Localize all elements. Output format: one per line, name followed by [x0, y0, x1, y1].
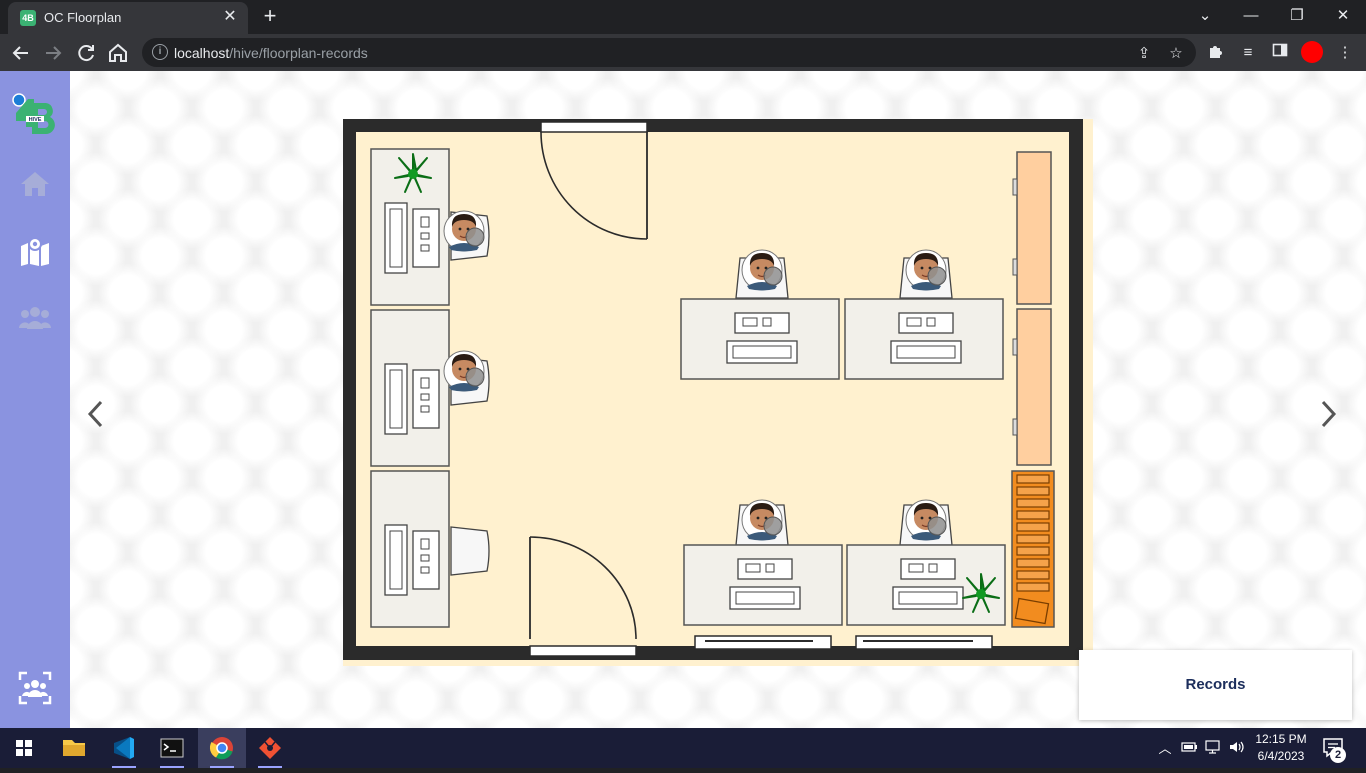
- home-icon[interactable]: [18, 167, 52, 201]
- back-button[interactable]: [8, 40, 34, 66]
- tab-favicon-icon: 4B: [20, 10, 36, 26]
- windows-taskbar: ︿ 12:15 PM 6/4/2023 2: [0, 728, 1366, 768]
- close-window-button[interactable]: ✕: [1328, 4, 1358, 28]
- tab-search-icon[interactable]: ⌄: [1190, 4, 1220, 28]
- battery-icon[interactable]: [1180, 738, 1198, 759]
- occupant-avatar[interactable]: [905, 249, 947, 292]
- address-url[interactable]: localhost/hive/floorplan-records: [174, 45, 368, 61]
- occupant-avatar[interactable]: [741, 499, 783, 542]
- occupant-avatar[interactable]: [741, 249, 783, 292]
- chrome-icon[interactable]: [198, 728, 246, 768]
- records-button[interactable]: Records: [1079, 650, 1352, 720]
- app-logo[interactable]: HIVE: [12, 93, 58, 139]
- system-clock[interactable]: 12:15 PM 6/4/2023: [1248, 731, 1314, 765]
- next-arrow-icon[interactable]: [1316, 399, 1340, 429]
- bookmark-star-icon[interactable]: ☆: [1166, 44, 1186, 62]
- notification-count-badge: 2: [1330, 747, 1346, 763]
- browser-tab[interactable]: 4B OC Floorplan ✕: [8, 2, 248, 34]
- vscode-icon[interactable]: [100, 728, 148, 768]
- tray-overflow-icon[interactable]: ︿: [1156, 738, 1174, 757]
- records-card[interactable]: Records: [1079, 650, 1352, 720]
- browser-titlebar: 4B OC Floorplan ✕ + ⌄ — ❐ ✕: [0, 0, 1366, 34]
- side-panel-icon[interactable]: [1269, 42, 1291, 64]
- previous-arrow-icon[interactable]: [84, 399, 108, 429]
- svg-text:HIVE: HIVE: [29, 117, 42, 123]
- restore-button[interactable]: ❐: [1282, 4, 1312, 28]
- browser-toolbar: i localhost/hive/floorplan-records ⇪ ☆ ≡…: [0, 34, 1366, 71]
- team-icon[interactable]: [18, 301, 52, 335]
- floorplan: [342, 118, 1093, 666]
- face-scan-icon[interactable]: [18, 671, 52, 705]
- clock-date: 6/4/2023: [1257, 749, 1305, 763]
- profile-avatar[interactable]: [1301, 41, 1323, 63]
- git-icon[interactable]: [246, 728, 294, 768]
- occupant-avatar[interactable]: [443, 350, 485, 393]
- terminal-icon[interactable]: [148, 728, 196, 768]
- media-control-icon[interactable]: ≡: [1237, 42, 1259, 64]
- tab-title: OC Floorplan: [44, 10, 122, 25]
- reload-button[interactable]: [73, 40, 99, 66]
- occupant-avatar[interactable]: [443, 210, 485, 253]
- sidebar: HIVE: [0, 71, 70, 728]
- map-icon[interactable]: [18, 234, 52, 268]
- occupant-avatar[interactable]: [905, 499, 947, 542]
- network-icon[interactable]: [1204, 738, 1222, 759]
- minimize-button[interactable]: —: [1236, 4, 1266, 28]
- home-button[interactable]: [105, 40, 131, 66]
- forward-button[interactable]: [40, 40, 66, 66]
- address-bar[interactable]: i localhost/hive/floorplan-records ⇪ ☆: [142, 38, 1196, 67]
- share-icon[interactable]: ⇪: [1134, 44, 1154, 62]
- floorplan-drawing: [342, 118, 1093, 666]
- site-info-icon[interactable]: i: [152, 44, 168, 60]
- clock-time: 12:15 PM: [1255, 732, 1307, 746]
- file-explorer-icon[interactable]: [50, 728, 98, 768]
- app-content: HIVE Records: [0, 71, 1366, 728]
- extensions-icon[interactable]: [1205, 42, 1227, 64]
- windows-start-button[interactable]: [0, 728, 48, 768]
- tab-close-icon[interactable]: ✕: [220, 7, 240, 27]
- new-tab-button[interactable]: +: [258, 4, 282, 28]
- browser-menu-icon[interactable]: ⋮: [1334, 42, 1356, 64]
- volume-icon[interactable]: [1228, 738, 1246, 759]
